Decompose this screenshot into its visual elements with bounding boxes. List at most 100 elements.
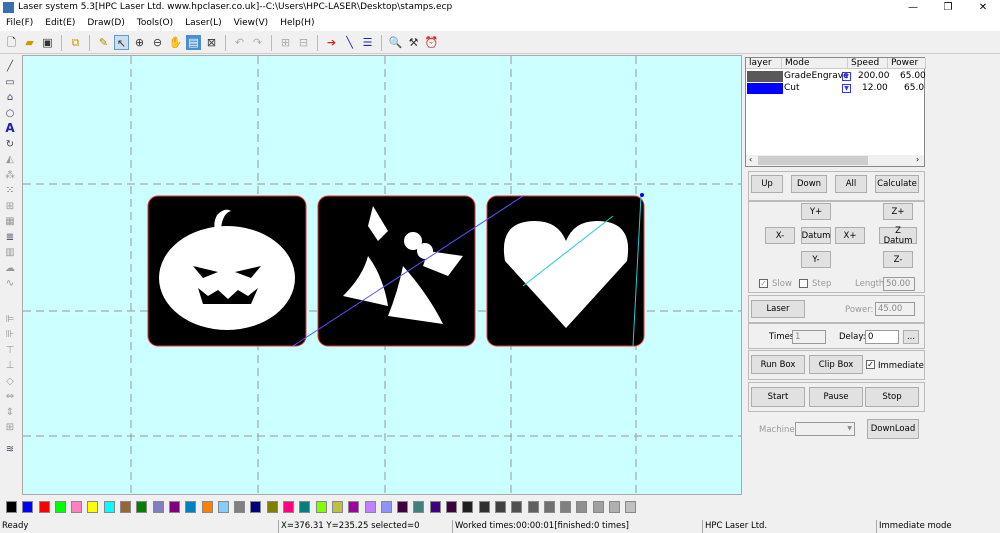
clip-box-button[interactable]: Clip Box xyxy=(809,355,863,374)
stack-icon[interactable]: ≋ xyxy=(3,442,17,458)
length-input[interactable]: 50.00 xyxy=(883,277,915,291)
step-checkbox[interactable] xyxy=(799,279,808,288)
palette-color-swatch[interactable] xyxy=(250,501,262,513)
cloud-icon[interactable]: ☁ xyxy=(3,261,17,277)
design-canvas[interactable] xyxy=(22,55,742,495)
text-icon[interactable]: A xyxy=(3,121,17,137)
align-left-icon[interactable]: ⊫ xyxy=(3,312,17,328)
palette-color-swatch[interactable] xyxy=(364,501,376,513)
z-datum-button[interactable]: Z Datum xyxy=(879,226,917,246)
stop-button[interactable]: Stop xyxy=(865,387,919,407)
palette-color-swatch[interactable] xyxy=(54,501,66,513)
palette-color-swatch[interactable] xyxy=(429,501,441,513)
palette-color-swatch[interactable] xyxy=(494,501,506,513)
palette-color-swatch[interactable] xyxy=(592,501,604,513)
layer-row[interactable]: GradeEngrave ▼ 200.00 65.00 xyxy=(746,71,926,82)
palette-color-swatch[interactable] xyxy=(71,501,83,513)
delay-browse-button[interactable]: ... xyxy=(903,330,919,344)
settings-icon[interactable]: ⚒ xyxy=(406,35,421,50)
mode-dropdown-icon[interactable]: ▼ xyxy=(842,72,851,81)
menu-edit[interactable]: Edit(E) xyxy=(39,15,81,31)
palette-color-swatch[interactable] xyxy=(136,501,148,513)
grid-icon[interactable]: ⊞ xyxy=(3,199,17,215)
x-minus-button[interactable]: X- xyxy=(765,227,795,244)
wave-icon[interactable]: ∿ xyxy=(3,276,17,292)
z-plus-button[interactable]: Z+ xyxy=(883,203,913,220)
machine-select[interactable]: ▼ xyxy=(795,422,855,436)
scrollbar-thumb[interactable] xyxy=(758,156,868,165)
palette-color-swatch[interactable] xyxy=(608,501,620,513)
fit-page-icon[interactable]: ▤ xyxy=(186,35,201,50)
start-button[interactable]: Start xyxy=(751,387,805,407)
pan-hand-icon[interactable]: ✋ xyxy=(168,35,183,50)
palette-color-swatch[interactable] xyxy=(478,501,490,513)
select-icon[interactable]: ↖ xyxy=(114,35,129,50)
polyline-icon[interactable]: ⌂ xyxy=(3,90,17,106)
clear-icon[interactable]: ✎ xyxy=(96,35,111,50)
align-right-icon[interactable]: ⊪ xyxy=(3,327,17,343)
palette-color-swatch[interactable] xyxy=(315,501,327,513)
rectangle-icon[interactable]: ▭ xyxy=(3,75,17,91)
size-icon[interactable]: ⇕ xyxy=(3,405,17,421)
scroll-left-icon[interactable]: ‹ xyxy=(749,155,752,164)
laser-button[interactable]: Laser xyxy=(751,300,805,318)
calculate-button[interactable]: Calculate xyxy=(875,175,919,193)
palette-color-swatch[interactable] xyxy=(625,501,637,513)
palette-color-swatch[interactable] xyxy=(299,501,311,513)
palette-color-swatch[interactable] xyxy=(217,501,229,513)
palette-color-swatch[interactable] xyxy=(446,501,458,513)
align-bottom-icon[interactable]: ⊥ xyxy=(3,358,17,374)
palette-color-swatch[interactable] xyxy=(6,501,17,513)
menu-help[interactable]: Help(H) xyxy=(274,15,320,31)
palette-color-swatch[interactable] xyxy=(397,501,409,513)
path-icon[interactable]: ╲ xyxy=(342,35,357,50)
menu-file[interactable]: File(F) xyxy=(0,15,39,31)
palette-color-swatch[interactable] xyxy=(22,501,34,513)
palette-color-swatch[interactable] xyxy=(185,501,197,513)
select-all-icon[interactable]: ⊠ xyxy=(204,35,219,50)
menu-view[interactable]: View(V) xyxy=(228,15,275,31)
palette-color-swatch[interactable] xyxy=(283,501,295,513)
minimize-button[interactable]: — xyxy=(898,0,928,15)
palette-color-swatch[interactable] xyxy=(348,501,360,513)
z-minus-button[interactable]: Z- xyxy=(883,251,913,268)
palette-color-swatch[interactable] xyxy=(380,501,392,513)
palette-color-swatch[interactable] xyxy=(560,501,572,513)
layer-row[interactable]: Cut ▼ 12.00 65.0 xyxy=(746,83,924,94)
palette-color-swatch[interactable] xyxy=(168,501,180,513)
run-box-button[interactable]: Run Box xyxy=(751,355,805,374)
align-top-icon[interactable]: ⊤ xyxy=(3,343,17,359)
palette-color-swatch[interactable] xyxy=(201,501,213,513)
timer-icon[interactable]: ⏰ xyxy=(424,35,439,50)
palette-color-swatch[interactable] xyxy=(511,501,523,513)
nodes-icon[interactable]: ⁙ xyxy=(3,183,17,199)
array-icon[interactable]: ⁂ xyxy=(3,168,17,184)
menu-laser[interactable]: Laser(L) xyxy=(179,15,228,31)
palette-color-swatch[interactable] xyxy=(543,501,555,513)
palette-color-swatch[interactable] xyxy=(38,501,50,513)
close-button[interactable]: ✕ xyxy=(968,0,998,15)
maximize-button[interactable]: ❐ xyxy=(933,0,963,15)
palette-color-swatch[interactable] xyxy=(527,501,539,513)
palette-color-swatch[interactable] xyxy=(103,501,115,513)
center-icon[interactable]: ◇ xyxy=(3,374,17,390)
y-plus-button[interactable]: Y+ xyxy=(801,203,831,220)
line-icon[interactable]: ╱ xyxy=(3,59,17,75)
y-minus-button[interactable]: Y- xyxy=(801,251,831,268)
node-list-icon[interactable]: ☰ xyxy=(360,35,375,50)
palette-color-swatch[interactable] xyxy=(234,501,246,513)
datum-button[interactable]: Datum xyxy=(801,227,831,244)
hatch-icon[interactable]: ≣ xyxy=(3,230,17,246)
layers-icon[interactable]: ▦ xyxy=(3,214,17,230)
immediate-checkbox[interactable]: ✓ xyxy=(866,360,875,369)
palette-color-swatch[interactable] xyxy=(462,501,474,513)
download-button[interactable]: DownLoad xyxy=(867,419,919,439)
times-input[interactable]: 1 xyxy=(792,330,826,344)
redo-icon[interactable]: ↷ xyxy=(250,35,265,50)
zoom-out-icon[interactable]: ⊖ xyxy=(150,35,165,50)
rotate-icon[interactable]: ↻ xyxy=(3,137,17,153)
palette-color-swatch[interactable] xyxy=(331,501,343,513)
palette-color-swatch[interactable] xyxy=(120,501,132,513)
ungroup-icon[interactable]: ⊟ xyxy=(296,35,311,50)
palette-color-swatch[interactable] xyxy=(413,501,425,513)
